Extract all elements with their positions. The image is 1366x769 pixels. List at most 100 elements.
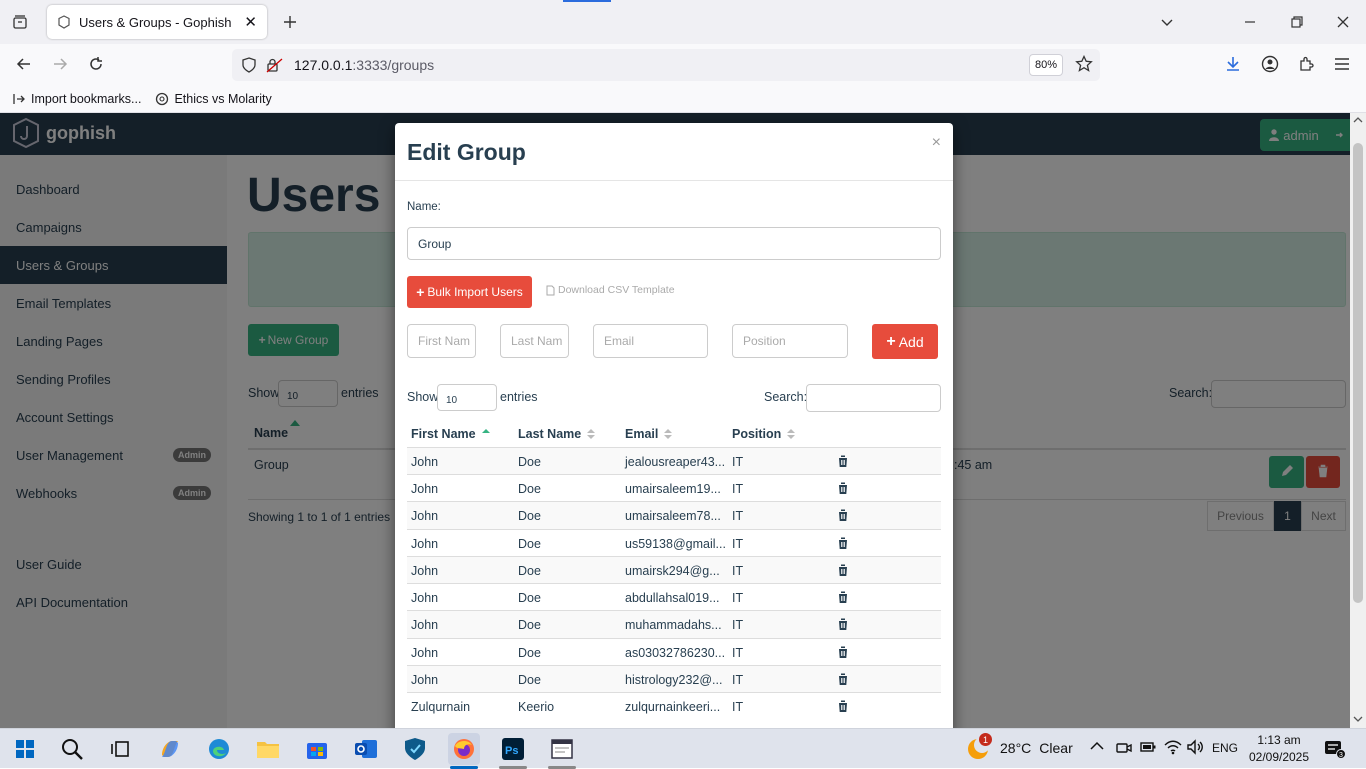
notifications-icon[interactable]: 3 xyxy=(1324,739,1346,759)
delete-target-trash-icon[interactable] xyxy=(837,699,849,713)
entries-label: entries xyxy=(500,390,538,404)
position-column-header[interactable]: Position xyxy=(732,421,796,447)
email-column-header[interactable]: Email xyxy=(625,421,673,447)
last-name-cell: Doe xyxy=(518,455,541,469)
column-label: Email xyxy=(625,427,659,441)
position-cell: IT xyxy=(732,700,744,714)
clock[interactable]: 1:13 am 02/09/2025 xyxy=(1248,732,1310,766)
bulk-import-users-button[interactable]: + Bulk Import Users xyxy=(407,276,532,308)
close-modal-icon[interactable]: × xyxy=(932,134,941,152)
delete-target-trash-icon[interactable] xyxy=(837,508,849,522)
delete-target-trash-icon[interactable] xyxy=(837,672,849,686)
url-path: :3333/groups xyxy=(352,57,435,73)
position-cell: IT xyxy=(732,455,744,469)
back-icon[interactable] xyxy=(10,50,38,78)
app-window-icon[interactable] xyxy=(546,733,578,765)
menu-hamburger-icon[interactable] xyxy=(1328,50,1356,78)
sort-both-icon xyxy=(787,429,796,439)
first-name-input[interactable]: First Nam xyxy=(407,324,476,358)
bookmark-label: Import bookmarks... xyxy=(31,92,142,106)
weather-widget[interactable]: 1 28°C Clear xyxy=(966,733,1073,761)
bookmark-ethics[interactable]: Ethics vs Molarity xyxy=(155,92,272,106)
gophish-favicon-icon xyxy=(58,15,70,29)
last-name-cell: Doe xyxy=(518,482,541,496)
bookmark-label: Ethics vs Molarity xyxy=(174,92,272,106)
close-window-icon[interactable] xyxy=(1329,8,1357,36)
download-csv-template-link[interactable]: Download CSV Template xyxy=(546,284,675,296)
outlook-icon[interactable] xyxy=(350,733,382,765)
reload-icon[interactable] xyxy=(82,50,110,78)
zoom-level-badge[interactable]: 80% xyxy=(1029,54,1063,76)
file-explorer-icon[interactable] xyxy=(252,733,284,765)
email-input[interactable]: Email xyxy=(593,324,708,358)
name-label: Name: xyxy=(407,201,441,213)
extensions-icon[interactable] xyxy=(1292,50,1320,78)
delete-target-trash-icon[interactable] xyxy=(837,454,849,468)
volume-icon[interactable] xyxy=(1187,739,1205,755)
clock-date: 02/09/2025 xyxy=(1248,750,1310,764)
forward-icon[interactable] xyxy=(46,50,74,78)
address-bar[interactable]: 127.0.0.1:3333/groups xyxy=(232,49,1100,81)
bookmarks-bar: Import bookmarks... Ethics vs Molarity xyxy=(0,86,1366,113)
windows-start-icon[interactable] xyxy=(9,733,41,765)
defender-shield-icon[interactable] xyxy=(399,733,431,765)
edge-icon[interactable] xyxy=(203,733,235,765)
delete-target-trash-icon[interactable] xyxy=(837,563,849,577)
tab-indicator xyxy=(563,0,611,2)
tab-overflow-chevron-icon[interactable] xyxy=(1153,8,1181,36)
tray-chevron-up-icon[interactable] xyxy=(1090,741,1104,751)
copilot-icon[interactable] xyxy=(154,733,186,765)
modal-title: Edit Group xyxy=(407,139,526,165)
position-cell: IT xyxy=(732,482,744,496)
browser-tab-active[interactable]: Users & Groups - Gophish ✕ xyxy=(47,5,267,39)
group-name-input[interactable]: Group xyxy=(407,227,941,260)
first-name-cell: John xyxy=(411,673,439,687)
tab-list-icon[interactable] xyxy=(6,8,34,36)
bookmark-star-icon[interactable] xyxy=(1070,50,1098,78)
photoshop-icon[interactable]: Ps xyxy=(497,733,529,765)
delete-target-trash-icon[interactable] xyxy=(837,645,849,659)
restore-icon[interactable] xyxy=(1283,8,1311,36)
scrollbar-thumb[interactable] xyxy=(1353,143,1363,603)
position-input[interactable]: Position xyxy=(732,324,848,358)
search-icon[interactable] xyxy=(56,733,88,765)
first-name-column-header[interactable]: First Name xyxy=(411,421,490,447)
delete-target-trash-icon[interactable] xyxy=(837,481,849,495)
email-cell: umairsaleem19... xyxy=(625,482,721,496)
email-cell: muhammadahs... xyxy=(625,618,722,632)
tracking-shield-icon[interactable] xyxy=(242,57,256,73)
bookmark-import[interactable]: Import bookmarks... xyxy=(12,92,141,106)
svg-text:Ps: Ps xyxy=(505,745,518,757)
url-text: 127.0.0.1:3333/groups xyxy=(294,57,434,73)
import-icon xyxy=(13,94,25,104)
last-name-column-header[interactable]: Last Name xyxy=(518,421,596,447)
account-icon[interactable] xyxy=(1256,50,1284,78)
table-row: John Doe umairsk294@g... IT xyxy=(407,556,941,583)
first-name-cell: John xyxy=(411,564,439,578)
page-scrollbar[interactable] xyxy=(1350,113,1366,728)
chatgpt-icon xyxy=(156,92,169,106)
targets-search-input[interactable] xyxy=(806,384,941,412)
input-language[interactable]: ENG xyxy=(1212,741,1238,755)
meet-now-icon[interactable] xyxy=(1116,740,1132,756)
task-view-icon[interactable] xyxy=(104,733,136,765)
delete-target-trash-icon[interactable] xyxy=(837,590,849,604)
first-name-cell: John xyxy=(411,455,439,469)
microsoft-store-icon[interactable] xyxy=(301,733,333,765)
last-name-input[interactable]: Last Nam xyxy=(500,324,569,358)
entries-select[interactable]: 10 xyxy=(437,384,497,411)
position-cell: IT xyxy=(732,564,744,578)
first-name-cell: John xyxy=(411,482,439,496)
sort-both-icon xyxy=(664,429,673,439)
new-tab-icon[interactable] xyxy=(276,8,304,36)
page-info-icon[interactable] xyxy=(266,57,284,73)
minimize-icon[interactable] xyxy=(1236,8,1264,36)
delete-target-trash-icon[interactable] xyxy=(837,617,849,631)
add-user-button[interactable]: + Add xyxy=(872,324,938,359)
wifi-icon[interactable] xyxy=(1164,739,1182,755)
close-tab-icon[interactable]: ✕ xyxy=(244,13,257,31)
delete-target-trash-icon[interactable] xyxy=(837,536,849,550)
downloads-icon[interactable] xyxy=(1219,50,1247,78)
firefox-icon[interactable] xyxy=(448,733,480,765)
battery-icon[interactable] xyxy=(1140,741,1156,753)
